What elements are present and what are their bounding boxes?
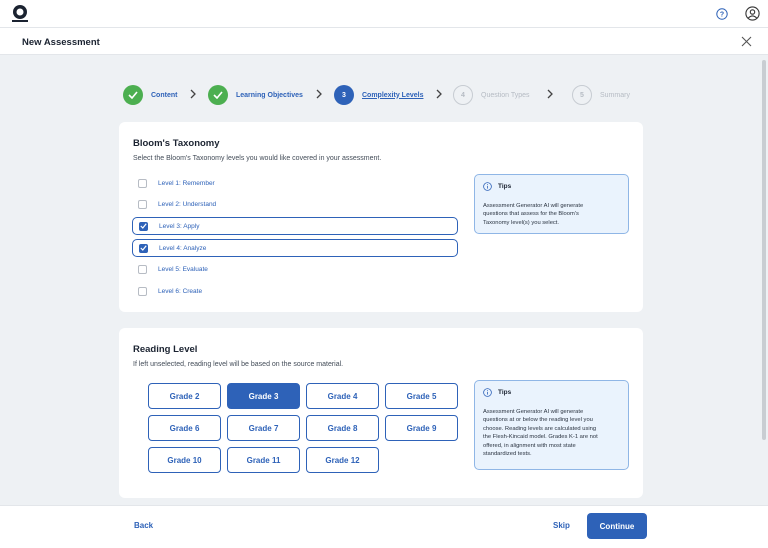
tips-box: Tips Assessment Generator AI will genera… xyxy=(474,174,629,234)
option-label: Level 4: Analyze xyxy=(159,244,207,252)
tips-line: the Flesh-Kincaid model. Grades K-1 are … xyxy=(483,434,598,441)
back-button[interactable]: Back xyxy=(134,521,153,530)
tips-line: standardized tests. xyxy=(483,451,532,458)
section-subtitle: Select the Bloom's Taxonomy levels you w… xyxy=(133,155,382,162)
tips-line: Taxonomy level(s) you select. xyxy=(483,219,560,226)
tips-text: Assessment Generator AI will generate qu… xyxy=(483,202,583,227)
chevron-right-icon xyxy=(190,89,196,99)
section-subtitle: If left unselected, reading level will b… xyxy=(133,361,344,368)
step-number: 5 xyxy=(572,85,592,105)
check-icon xyxy=(123,85,143,105)
checkbox[interactable] xyxy=(138,286,147,296)
option-label: Level 3: Apply xyxy=(159,222,200,230)
scrollbar[interactable] xyxy=(762,60,766,440)
close-icon[interactable] xyxy=(741,36,752,47)
tips-line: Assessment Generator AI will generate xyxy=(483,409,584,415)
step-number: 4 xyxy=(453,85,473,105)
tips-text: Assessment Generator AI will generate qu… xyxy=(483,408,598,458)
section-title: Reading Level xyxy=(133,344,198,355)
blooms-option-level-6[interactable]: Level 6: Create xyxy=(132,282,458,300)
page-title: New Assessment xyxy=(22,37,100,48)
tips-header: Tips xyxy=(483,182,511,191)
blooms-option-level-2[interactable]: Level 2: Understand xyxy=(132,195,458,213)
dialog-header: New Assessment xyxy=(0,28,768,55)
progress-stepper: Content Learning Objectives 3 Complexity… xyxy=(120,83,650,107)
blooms-option-level-5[interactable]: Level 5: Evaluate xyxy=(132,260,458,278)
step-complexity-levels[interactable]: 3 Complexity Levels xyxy=(334,83,423,107)
tips-title: Tips xyxy=(498,183,512,190)
check-icon xyxy=(208,85,228,105)
chevron-right-icon xyxy=(547,89,553,99)
grade-7-button[interactable]: Grade 7 xyxy=(227,415,300,441)
grade-3-button[interactable]: Grade 3 xyxy=(227,383,300,409)
grade-11-button[interactable]: Grade 11 xyxy=(227,447,300,473)
step-content[interactable]: Content xyxy=(123,83,177,107)
step-question-types[interactable]: 4 Question Types xyxy=(453,83,530,107)
checkbox-checked-icon[interactable] xyxy=(139,221,148,231)
help-circle-icon[interactable]: ? xyxy=(716,8,728,20)
grade-4-button[interactable]: Grade 4 xyxy=(306,383,379,409)
grade-5-button[interactable]: Grade 5 xyxy=(385,383,458,409)
checkbox[interactable] xyxy=(138,199,147,209)
checkbox-checked-icon[interactable] xyxy=(139,243,148,253)
checkbox[interactable] xyxy=(138,264,147,274)
step-label: Learning Objectives xyxy=(236,91,303,99)
chevron-right-icon xyxy=(316,89,322,99)
main-content: Content Learning Objectives 3 Complexity… xyxy=(0,55,768,505)
user-account-icon[interactable] xyxy=(745,6,760,21)
grade-2-button[interactable]: Grade 2 xyxy=(148,383,221,409)
blooms-option-level-1[interactable]: Level 1: Remember xyxy=(132,174,458,192)
grade-9-button[interactable]: Grade 9 xyxy=(385,415,458,441)
checkbox[interactable] xyxy=(138,178,147,188)
info-icon xyxy=(483,388,492,397)
skip-button[interactable]: Skip xyxy=(553,521,570,530)
continue-button[interactable]: Continue xyxy=(587,513,647,539)
tips-line: questions at or below the reading level … xyxy=(483,417,593,424)
tips-line: Assessment Generator AI will generate xyxy=(483,203,584,209)
svg-text:?: ? xyxy=(720,11,724,18)
discovery-education-logo[interactable] xyxy=(8,4,32,24)
step-label: Content xyxy=(151,91,178,99)
tips-line: offered, in alignment with most state xyxy=(483,442,576,449)
dialog-footer: Back Skip Continue xyxy=(0,505,768,548)
info-icon xyxy=(483,182,492,191)
reading-level-card: Reading Level If left unselected, readin… xyxy=(119,328,643,498)
step-label: Question Types xyxy=(481,91,530,99)
grade-12-button[interactable]: Grade 12 xyxy=(306,447,379,473)
chevron-right-icon xyxy=(436,89,442,99)
grade-8-button[interactable]: Grade 8 xyxy=(306,415,379,441)
grade-10-button[interactable]: Grade 10 xyxy=(148,447,221,473)
step-label: Complexity Levels xyxy=(362,91,424,99)
option-label: Level 1: Remember xyxy=(158,179,215,187)
tips-header: Tips xyxy=(483,388,511,397)
step-number: 3 xyxy=(334,85,354,105)
tips-box: Tips Assessment Generator AI will genera… xyxy=(474,380,629,470)
tips-line: questions that assess for the Bloom's xyxy=(483,211,579,218)
blooms-option-level-3[interactable]: Level 3: Apply xyxy=(132,217,458,235)
grade-6-button[interactable]: Grade 6 xyxy=(148,415,221,441)
option-label: Level 2: Understand xyxy=(158,200,217,208)
top-bar: ? xyxy=(0,0,768,28)
step-label: Summary xyxy=(600,91,630,99)
tips-title: Tips xyxy=(498,389,512,396)
blooms-option-level-4[interactable]: Level 4: Analyze xyxy=(132,239,458,257)
tips-line: choose. Reading levels are calculated us… xyxy=(483,425,597,432)
blooms-taxonomy-card: Bloom's Taxonomy Select the Bloom's Taxo… xyxy=(119,122,643,312)
step-summary[interactable]: 5 Summary xyxy=(572,83,630,107)
step-learning-objectives[interactable]: Learning Objectives xyxy=(208,83,303,107)
section-title: Bloom's Taxonomy xyxy=(133,138,220,149)
option-label: Level 5: Evaluate xyxy=(158,265,208,273)
option-label: Level 6: Create xyxy=(158,287,203,295)
